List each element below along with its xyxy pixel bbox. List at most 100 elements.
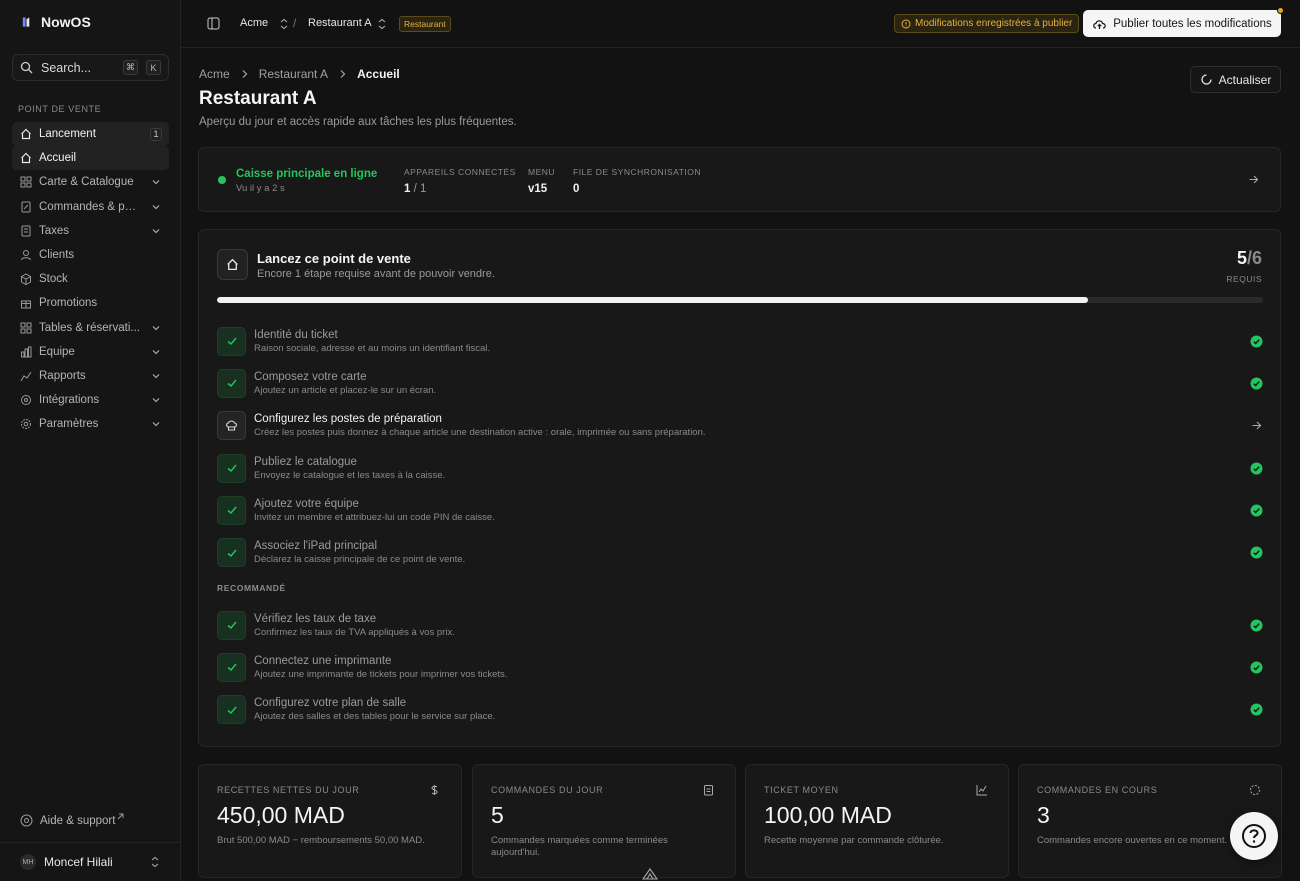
kpi-label: RECETTES NETTES DU JOUR: [217, 785, 360, 795]
check-icon: [225, 703, 238, 716]
sidebar-item-carte[interactable]: Carte & Catalogue: [12, 170, 169, 194]
breadcrumb-restaurant[interactable]: Restaurant A: [259, 67, 328, 81]
org-switcher[interactable]: Acme: [240, 17, 268, 29]
sidebar-item-equipe[interactable]: Équipe: [12, 340, 169, 364]
kpi-label: COMMANDES EN COURS: [1037, 785, 1158, 795]
restaurant-switcher[interactable]: Restaurant A: [308, 17, 372, 29]
refresh-label: Actualiser: [1218, 72, 1272, 87]
checklist-step[interactable]: Ajoutez votre équipe Invitez un membre et…: [217, 489, 1263, 531]
pending-changes-badge[interactable]: Modifications enregistrées à publier: [894, 14, 1080, 33]
chef-hat-icon: [225, 419, 238, 432]
online-status-dot: [218, 176, 226, 184]
kpi-value: 450,00 MAD: [217, 802, 345, 828]
chevron-down-icon: [149, 321, 162, 334]
sidebar-toggle-icon[interactable]: [207, 17, 220, 30]
receipt-icon: [19, 200, 32, 213]
sidebar-item-stock[interactable]: Stock: [12, 267, 169, 291]
sidebar-item-lancement[interactable]: Lancement 1: [12, 122, 169, 147]
page-title: Restaurant A: [199, 88, 317, 109]
kbd-cmd: ⌘: [123, 60, 138, 75]
chevrons-up-down-icon[interactable]: [375, 17, 388, 30]
search-input[interactable]: Search... ⌘ K: [12, 54, 169, 81]
chart-icon: [19, 369, 32, 382]
devices-stat: APPAREILS CONNECTÉS 1 / 1: [404, 167, 516, 195]
sidebar-item-clients[interactable]: Clients: [12, 243, 169, 267]
step-check-box: [217, 610, 246, 640]
menu-version: v15: [528, 183, 548, 195]
publish-all-button[interactable]: Publier toutes les modifications: [1083, 7, 1284, 37]
checklist-step[interactable]: Composez votre carte Ajoutez un article e…: [217, 362, 1263, 404]
sidebar-item-tables[interactable]: Tables & réservati...: [12, 316, 169, 340]
breadcrumb-org[interactable]: Acme: [199, 67, 230, 81]
sidebar-item-label: Intégrations: [39, 394, 100, 407]
sidebar-item-label: Lancement: [39, 128, 96, 141]
checklist-step[interactable]: Identité du ticket Raison sociale, adress…: [217, 320, 1263, 362]
sidebar-item-taxes[interactable]: Taxes: [12, 219, 169, 243]
kpi-description: Recette moyenne par commande clôturée.: [764, 835, 944, 846]
devices-count: 1: [404, 183, 411, 195]
launch-progress-bar: [217, 297, 1263, 303]
topbar: Acme / Restaurant A Restaurant Modificat…: [181, 0, 1300, 48]
kpi-card-net-revenue: RECETTES NETTES DU JOUR 450,00 MAD Brut …: [198, 764, 462, 878]
brand-name: NowOS: [41, 14, 91, 30]
checklist-step[interactable]: Vérifiez les taux de taxe Confirmez les t…: [217, 604, 1263, 646]
arrow-right-icon: [1247, 173, 1260, 186]
team-icon: [19, 345, 32, 358]
step-check-box: [217, 652, 246, 682]
recommended-steps-list: Vérifiez les taux de taxe Confirmez les t…: [217, 604, 1263, 731]
sidebar-item-parametres[interactable]: Paramètres: [12, 412, 169, 436]
chevrons-up-down-icon[interactable]: [277, 17, 290, 30]
checklist-step[interactable]: Configurez les postes de préparation Crée…: [217, 405, 1263, 447]
breadcrumb-current: Accueil: [357, 67, 400, 81]
sync-value: 0: [573, 183, 580, 195]
checklist-step[interactable]: Configurez votre plan de salle Ajoutez de…: [217, 689, 1263, 731]
user-menu[interactable]: MH Moncef Hilali: [0, 842, 181, 881]
menu-stat: MENU v15: [528, 167, 555, 195]
register-status-card[interactable]: Caisse principale en ligne Vu il y a 2 s…: [198, 147, 1281, 212]
sidebar-item-label: Taxes: [39, 224, 70, 237]
step-title: Configurez les postes de préparation: [254, 413, 442, 426]
sidebar-badge: 1: [150, 127, 162, 141]
checklist-step[interactable]: Publiez le catalogue Envoyez le catalogue…: [217, 447, 1263, 489]
checklist-step[interactable]: Connectez une imprimante Ajoutez une impr…: [217, 646, 1263, 688]
sidebar-item-integrations[interactable]: Intégrations: [12, 388, 169, 412]
step-text: Connectez une imprimante Ajoutez une impr…: [254, 655, 1249, 680]
refresh-icon: [1200, 73, 1213, 86]
sidebar: NowOS Search... ⌘ K POINT DE VENTE Lance…: [0, 0, 181, 881]
devices-value: 1 / 1: [404, 183, 516, 195]
step-text: Composez votre carte Ajoutez un article e…: [254, 371, 1249, 396]
search-icon: [20, 61, 33, 74]
chevron-down-icon: [149, 418, 162, 431]
brand[interactable]: NowOS: [20, 14, 91, 30]
step-check-box: [217, 695, 246, 725]
step-check-box: [217, 368, 246, 398]
sidebar-item-label: Carte & Catalogue: [39, 176, 134, 189]
sidebar-item-commandes[interactable]: Commandes & pai...: [12, 195, 169, 219]
checklist-step[interactable]: Associez l'iPad principal Déclarez la cai…: [217, 531, 1263, 573]
devices-total: / 1: [413, 183, 427, 195]
kpi-value: 100,00 MAD: [764, 802, 892, 828]
sidebar-item-label: Clients: [39, 249, 75, 262]
check-circle-icon: [1249, 546, 1263, 560]
chevron-down-icon: [149, 394, 162, 407]
register-last-seen: Vu il y a 2 s: [236, 183, 285, 194]
help-support-link[interactable]: Aide & support: [20, 813, 124, 827]
kpi-label: COMMANDES DU JOUR: [491, 785, 604, 795]
restaurant-type-badge: Restaurant: [399, 16, 451, 32]
user-name: Moncef Hilali: [44, 855, 113, 869]
sidebar-item-accueil[interactable]: Accueil: [12, 146, 169, 171]
check-icon: [225, 377, 238, 390]
check-circle-icon: [1249, 334, 1263, 348]
launch-progress-fill: [217, 297, 1089, 303]
step-check-box: [217, 326, 246, 356]
help-fab-button[interactable]: [1230, 812, 1278, 860]
sidebar-item-rapports[interactable]: Rapports: [12, 364, 169, 388]
step-text: Associez l'iPad principal Déclarez la cai…: [254, 540, 1249, 565]
topbar-separator: /: [293, 16, 297, 30]
sidebar-item-promotions[interactable]: Promotions: [12, 291, 169, 315]
chevron-right-icon: [238, 68, 251, 81]
loader-icon: [1248, 783, 1261, 796]
grid-icon: [19, 176, 32, 189]
refresh-button[interactable]: Actualiser: [1190, 66, 1281, 93]
rocket-icon: [19, 128, 32, 141]
